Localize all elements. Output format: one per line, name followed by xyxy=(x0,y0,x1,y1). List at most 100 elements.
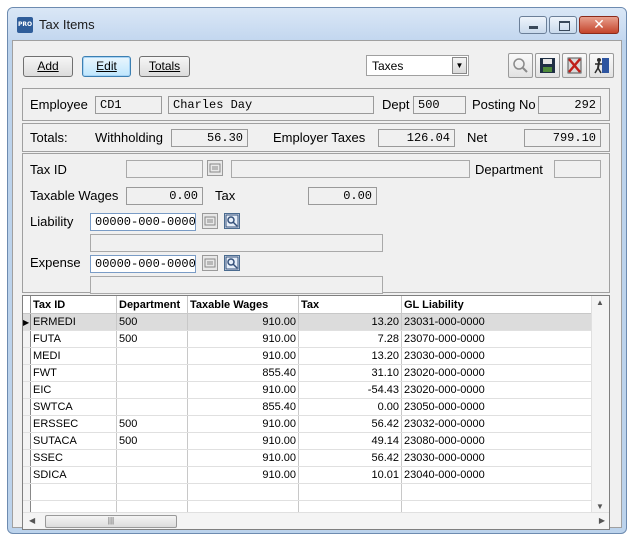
totals-button[interactable]: Totals xyxy=(139,56,190,77)
search-button[interactable] xyxy=(508,53,533,78)
view-select[interactable]: Taxes ▼ xyxy=(366,55,469,76)
cell-tax[interactable]: 49.14 xyxy=(298,432,402,450)
cell-department[interactable] xyxy=(116,449,188,467)
cell-tax-id[interactable]: SDICA xyxy=(30,466,117,484)
row-selector[interactable]: ▶ xyxy=(23,313,31,331)
cell-gl-liability[interactable]: 23020-000-0000 xyxy=(401,381,596,399)
row-selector[interactable] xyxy=(23,449,31,467)
cell-tax[interactable]: 10.01 xyxy=(298,466,402,484)
cell-taxable-wages[interactable]: 855.40 xyxy=(187,364,299,382)
cell-taxable-wages[interactable]: 910.00 xyxy=(187,330,299,348)
cell-department[interactable] xyxy=(116,381,188,399)
cell-gl-liability[interactable]: 23040-000-0000 xyxy=(401,466,596,484)
cell-department[interactable]: 500 xyxy=(116,432,188,450)
delete-button[interactable] xyxy=(562,53,587,78)
table-row[interactable]: ERSSEC 500 910.00 56.42 23032-000-0000 xyxy=(23,415,596,433)
cell-department[interactable]: 500 xyxy=(116,313,188,331)
table-row-empty[interactable] xyxy=(23,483,596,501)
cell-department[interactable] xyxy=(116,364,188,382)
cell-tax-id[interactable]: SWTCA xyxy=(30,398,117,416)
table-row[interactable]: EIC 910.00 -54.43 23020-000-0000 xyxy=(23,381,596,399)
row-selector[interactable] xyxy=(23,432,31,450)
cell-empty[interactable] xyxy=(116,483,188,501)
cell-tax-id[interactable]: EIC xyxy=(30,381,117,399)
cell-taxable-wages[interactable]: 910.00 xyxy=(187,432,299,450)
chevron-down-icon[interactable]: ▼ xyxy=(452,57,467,74)
liability-lookup-button[interactable] xyxy=(202,213,218,229)
cell-tax[interactable]: -54.43 xyxy=(298,381,402,399)
cell-tax[interactable]: 0.00 xyxy=(298,398,402,416)
row-selector[interactable] xyxy=(23,347,31,365)
row-selector[interactable] xyxy=(23,330,31,348)
cell-empty[interactable] xyxy=(401,483,596,501)
horizontal-scroll-thumb[interactable]: ||| xyxy=(45,515,177,528)
taxable-wages-field[interactable]: 0.00 xyxy=(126,187,203,205)
scroll-left-arrow-icon[interactable]: ◀ xyxy=(29,516,35,525)
cell-tax-id[interactable]: ERSSEC xyxy=(30,415,117,433)
row-selector[interactable] xyxy=(23,483,31,501)
col-header-tax-id[interactable]: Tax ID xyxy=(30,296,117,314)
table-row[interactable]: SWTCA 855.40 0.00 23050-000-0000 xyxy=(23,398,596,416)
grid-vertical-scrollbar[interactable]: ▲ ▼ xyxy=(591,296,609,513)
cell-gl-liability[interactable]: 23080-000-0000 xyxy=(401,432,596,450)
exit-button[interactable] xyxy=(589,53,614,78)
cell-empty[interactable] xyxy=(187,483,299,501)
cell-tax[interactable]: 7.28 xyxy=(298,330,402,348)
table-row[interactable]: ▶ ERMEDI 500 910.00 13.20 23031-000-0000 xyxy=(23,313,596,331)
cell-taxable-wages[interactable]: 910.00 xyxy=(187,449,299,467)
tax-id-lookup-button[interactable] xyxy=(207,160,223,176)
cell-empty[interactable] xyxy=(298,483,402,501)
cell-tax-id[interactable]: FUTA xyxy=(30,330,117,348)
cell-tax-id[interactable]: SUTACA xyxy=(30,432,117,450)
cell-empty[interactable] xyxy=(30,483,117,501)
cell-tax-id[interactable]: ERMEDI xyxy=(30,313,117,331)
scroll-down-arrow-icon[interactable]: ▼ xyxy=(596,502,604,511)
cell-taxable-wages[interactable]: 910.00 xyxy=(187,313,299,331)
cell-gl-liability[interactable]: 23031-000-0000 xyxy=(401,313,596,331)
tax-items-grid[interactable]: Tax ID Department Taxable Wages Tax GL L… xyxy=(22,295,610,530)
maximize-button[interactable] xyxy=(549,16,577,34)
table-row[interactable]: FWT 855.40 31.10 23020-000-0000 xyxy=(23,364,596,382)
grid-horizontal-scrollbar[interactable]: ◀ ||| ▶ xyxy=(23,512,609,529)
row-selector[interactable] xyxy=(23,381,31,399)
col-header-department[interactable]: Department xyxy=(116,296,188,314)
cell-gl-liability[interactable]: 23070-000-0000 xyxy=(401,330,596,348)
row-selector[interactable] xyxy=(23,398,31,416)
liability-gl-search-button[interactable] xyxy=(224,213,240,229)
save-button[interactable] xyxy=(535,53,560,78)
scroll-up-arrow-icon[interactable]: ▲ xyxy=(596,298,604,307)
expense-lookup-button[interactable] xyxy=(202,255,218,271)
cell-tax[interactable]: 13.20 xyxy=(298,347,402,365)
cell-department[interactable]: 500 xyxy=(116,415,188,433)
table-row[interactable]: MEDI 910.00 13.20 23030-000-0000 xyxy=(23,347,596,365)
cell-taxable-wages[interactable]: 910.00 xyxy=(187,415,299,433)
row-selector[interactable] xyxy=(23,364,31,382)
table-row[interactable]: SDICA 910.00 10.01 23040-000-0000 xyxy=(23,466,596,484)
col-header-tax[interactable]: Tax xyxy=(298,296,402,314)
cell-gl-liability[interactable]: 23032-000-0000 xyxy=(401,415,596,433)
cell-department[interactable]: 500 xyxy=(116,330,188,348)
cell-tax[interactable]: 56.42 xyxy=(298,449,402,467)
cell-tax-id[interactable]: FWT xyxy=(30,364,117,382)
cell-department[interactable] xyxy=(116,347,188,365)
cell-taxable-wages[interactable]: 910.00 xyxy=(187,466,299,484)
cell-department[interactable] xyxy=(116,466,188,484)
col-header-gl-liability[interactable]: GL Liability xyxy=(401,296,596,314)
cell-taxable-wages[interactable]: 910.00 xyxy=(187,347,299,365)
col-header-taxable-wages[interactable]: Taxable Wages xyxy=(187,296,299,314)
expense-account-field[interactable]: 00000-000-0000 xyxy=(90,255,196,273)
cell-taxable-wages[interactable]: 855.40 xyxy=(187,398,299,416)
cell-tax[interactable]: 13.20 xyxy=(298,313,402,331)
edit-button[interactable]: Edit xyxy=(82,56,131,77)
minimize-button[interactable] xyxy=(519,16,547,34)
table-row[interactable]: SSEC 910.00 56.42 23030-000-0000 xyxy=(23,449,596,467)
cell-gl-liability[interactable]: 23050-000-0000 xyxy=(401,398,596,416)
scroll-right-arrow-icon[interactable]: ▶ xyxy=(599,516,605,525)
cell-department[interactable] xyxy=(116,398,188,416)
tax-id-field[interactable] xyxy=(126,160,203,178)
table-row[interactable]: SUTACA 500 910.00 49.14 23080-000-0000 xyxy=(23,432,596,450)
cell-gl-liability[interactable]: 23030-000-0000 xyxy=(401,449,596,467)
cell-gl-liability[interactable]: 23030-000-0000 xyxy=(401,347,596,365)
liability-account-field[interactable]: 00000-000-0000 xyxy=(90,213,196,231)
close-button[interactable]: ✕ xyxy=(579,16,619,34)
